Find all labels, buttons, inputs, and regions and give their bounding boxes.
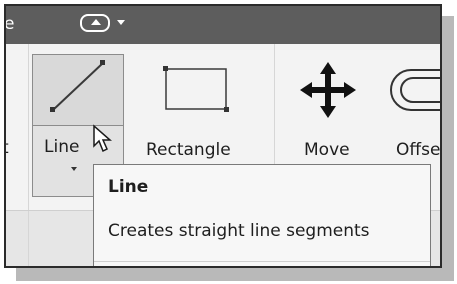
partial-tool-label: t (6, 138, 9, 158)
ribbon-separator (28, 44, 29, 210)
title-edge-text: e (4, 14, 15, 34)
move-label: Move (304, 140, 350, 160)
eject-triangle (91, 19, 101, 25)
line-button-top[interactable] (33, 55, 123, 126)
tooltip: Line Creates straight line segments (93, 164, 431, 266)
rectangle-icon (163, 66, 229, 112)
tooltip-divider (94, 261, 430, 262)
tooltip-description: Creates straight line segments (108, 221, 370, 241)
offset-icon (390, 69, 440, 111)
offset-label: Offse (396, 140, 441, 160)
ribbon-separator (28, 211, 29, 266)
screenshot-frame: e t Line (4, 4, 442, 268)
caret-down-icon[interactable] (117, 20, 125, 25)
move-arrows-icon (300, 62, 356, 118)
line-icon (50, 60, 105, 112)
rectangle-label: Rectangle (146, 140, 231, 160)
mouse-pointer-icon (93, 124, 112, 153)
tooltip-title: Line (108, 177, 149, 197)
title-bar: e (6, 6, 440, 44)
eject-icon[interactable] (80, 14, 110, 32)
line-dropdown-arrow-icon[interactable] (71, 167, 77, 171)
line-label: Line (44, 137, 80, 157)
